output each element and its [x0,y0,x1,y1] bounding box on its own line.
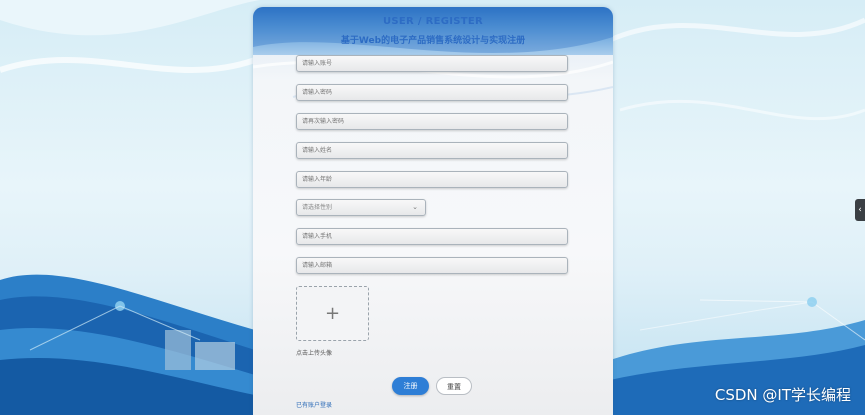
page-title-cn: 基于Web的电子产品销售系统设计与实现注册 [340,36,526,46]
avatar-upload[interactable]: + [296,286,369,341]
confirm-password-input[interactable] [302,114,562,129]
confirm-password-field[interactable] [296,113,568,130]
phone-input[interactable] [302,229,562,244]
watermark: CSDN @IT学长编程 [714,386,851,404]
gender-select-placeholder: 请选择性别 [302,204,333,211]
side-collapse-tab[interactable]: ‹ [855,199,865,221]
name-field[interactable] [296,142,568,159]
age-field[interactable] [296,171,568,188]
register-button[interactable]: 注册 [392,377,429,395]
name-input[interactable] [302,143,562,158]
upload-avatar-label: 点击上传头像 [296,350,333,357]
gender-select[interactable]: 请选择性别 ⌄ [296,199,426,216]
account-input[interactable] [302,56,562,71]
email-input[interactable] [302,258,562,273]
chevron-left-icon: ‹ [858,205,862,215]
login-link[interactable]: 已有账户登录 [296,400,332,409]
password-field[interactable] [296,84,568,101]
age-input[interactable] [302,172,562,187]
email-field[interactable] [296,257,568,274]
phone-field[interactable] [296,228,568,245]
reset-button[interactable]: 重置 [436,377,472,395]
register-panel: USER / REGISTER 基于Web的电子产品销售系统设计与实现注册 请选… [253,7,613,415]
chevron-down-icon: ⌄ [412,203,418,211]
account-field[interactable] [296,55,568,72]
page-title-en: USER / REGISTER [383,16,483,27]
password-input[interactable] [302,85,562,100]
plus-icon: + [324,303,341,324]
